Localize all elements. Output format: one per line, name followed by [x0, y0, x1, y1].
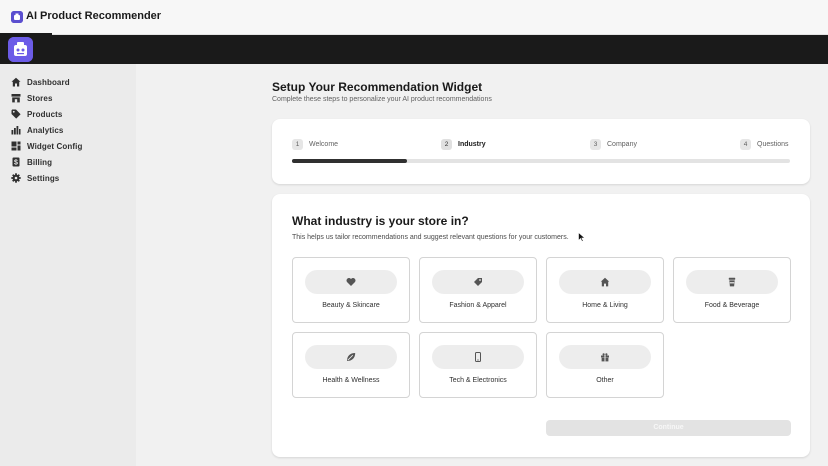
step-label: Company — [607, 141, 637, 148]
option-icon-pill — [305, 345, 397, 369]
option-icon-pill — [559, 345, 651, 369]
app-icon — [11, 11, 23, 23]
progress-bar — [292, 159, 790, 163]
bar-chart-icon — [11, 125, 21, 135]
mouse-cursor-icon — [578, 232, 586, 242]
brand-logo[interactable] — [8, 37, 33, 62]
option-fashion-apparel[interactable]: Fashion & Apparel — [419, 257, 537, 323]
sidebar-item-label: Billing — [27, 157, 53, 167]
title-bar: AI Product Recommender — [0, 0, 828, 35]
home-icon — [600, 277, 610, 287]
store-icon — [11, 93, 21, 103]
dollar-icon: $ — [11, 157, 21, 167]
option-icon-pill — [432, 270, 524, 294]
step-label: Questions — [757, 141, 789, 148]
option-icon-pill — [559, 270, 651, 294]
svg-text:$: $ — [14, 160, 18, 167]
sidebar-item-analytics[interactable]: Analytics — [11, 123, 63, 137]
step-questions[interactable]: 4 Questions — [740, 139, 789, 150]
layout-icon — [11, 141, 21, 151]
option-icon-pill — [686, 270, 778, 294]
sidebar-item-label: Products — [27, 109, 63, 119]
sidebar-item-widget-config[interactable]: Widget Config — [11, 139, 82, 153]
option-food-beverage[interactable]: Food & Beverage — [673, 257, 791, 323]
cup-icon — [727, 277, 737, 287]
sidebar-item-label: Settings — [27, 173, 60, 183]
app-title: AI Product Recommender — [26, 10, 162, 22]
step-number: 1 — [292, 139, 303, 150]
gift-icon — [600, 352, 610, 362]
option-home-living[interactable]: Home & Living — [546, 257, 664, 323]
option-other[interactable]: Other — [546, 332, 664, 398]
step-number: 2 — [441, 139, 452, 150]
step-label: Welcome — [309, 141, 339, 148]
sidebar-item-label: Stores — [27, 93, 53, 103]
sidebar-item-settings[interactable]: Settings — [11, 171, 59, 185]
step-label: Industry — [458, 141, 486, 148]
phone-icon — [473, 352, 483, 362]
sidebar: Dashboard Stores Products Analytics Widg… — [0, 64, 136, 466]
option-label: Health & Wellness — [322, 377, 380, 384]
gear-icon — [11, 173, 21, 183]
sidebar-item-dashboard[interactable]: Dashboard — [11, 75, 70, 89]
sidebar-item-label: Widget Config — [27, 141, 83, 151]
step-company[interactable]: 3 Company — [590, 139, 637, 150]
page-title: Setup Your Recommendation Widget — [272, 80, 483, 94]
option-label: Tech & Electronics — [449, 377, 507, 384]
step-number: 3 — [590, 139, 601, 150]
option-tech-electronics[interactable]: Tech & Electronics — [419, 332, 537, 398]
option-label: Food & Beverage — [704, 302, 760, 309]
sidebar-item-stores[interactable]: Stores — [11, 91, 53, 105]
option-health-wellness[interactable]: Health & Wellness — [292, 332, 410, 398]
home-icon — [11, 77, 21, 87]
option-label: Fashion & Apparel — [449, 302, 507, 309]
progress-fill — [292, 159, 407, 163]
continue-button[interactable]: Continue — [546, 420, 791, 436]
question-description: This helps us tailor recommendations and… — [292, 234, 569, 241]
option-icon-pill — [432, 345, 524, 369]
sidebar-item-products[interactable]: Products — [11, 107, 62, 121]
option-beauty-skincare[interactable]: Beauty & Skincare — [292, 257, 410, 323]
tag-icon — [473, 277, 483, 287]
top-bar — [0, 35, 828, 64]
step-number: 4 — [740, 139, 751, 150]
stepper-card: 1 Welcome 2 Industry 3 Company 4 Questio… — [272, 119, 810, 184]
option-label: Beauty & Skincare — [322, 302, 380, 309]
sidebar-item-billing[interactable]: $ Billing — [11, 155, 52, 169]
step-industry[interactable]: 2 Industry — [441, 139, 486, 150]
sidebar-item-label: Dashboard — [27, 77, 70, 87]
leaf-icon — [346, 352, 356, 362]
page-subtitle: Complete these steps to personalize your… — [272, 96, 492, 103]
industry-card: What industry is your store in? This hel… — [272, 194, 810, 457]
step-welcome[interactable]: 1 Welcome — [292, 139, 338, 150]
sidebar-item-label: Analytics — [27, 125, 64, 135]
question-title: What industry is your store in? — [292, 214, 469, 228]
heart-icon — [346, 277, 356, 287]
option-label: Home & Living — [582, 302, 628, 309]
option-label: Other — [596, 377, 614, 384]
option-icon-pill — [305, 270, 397, 294]
tag-icon — [11, 109, 21, 119]
